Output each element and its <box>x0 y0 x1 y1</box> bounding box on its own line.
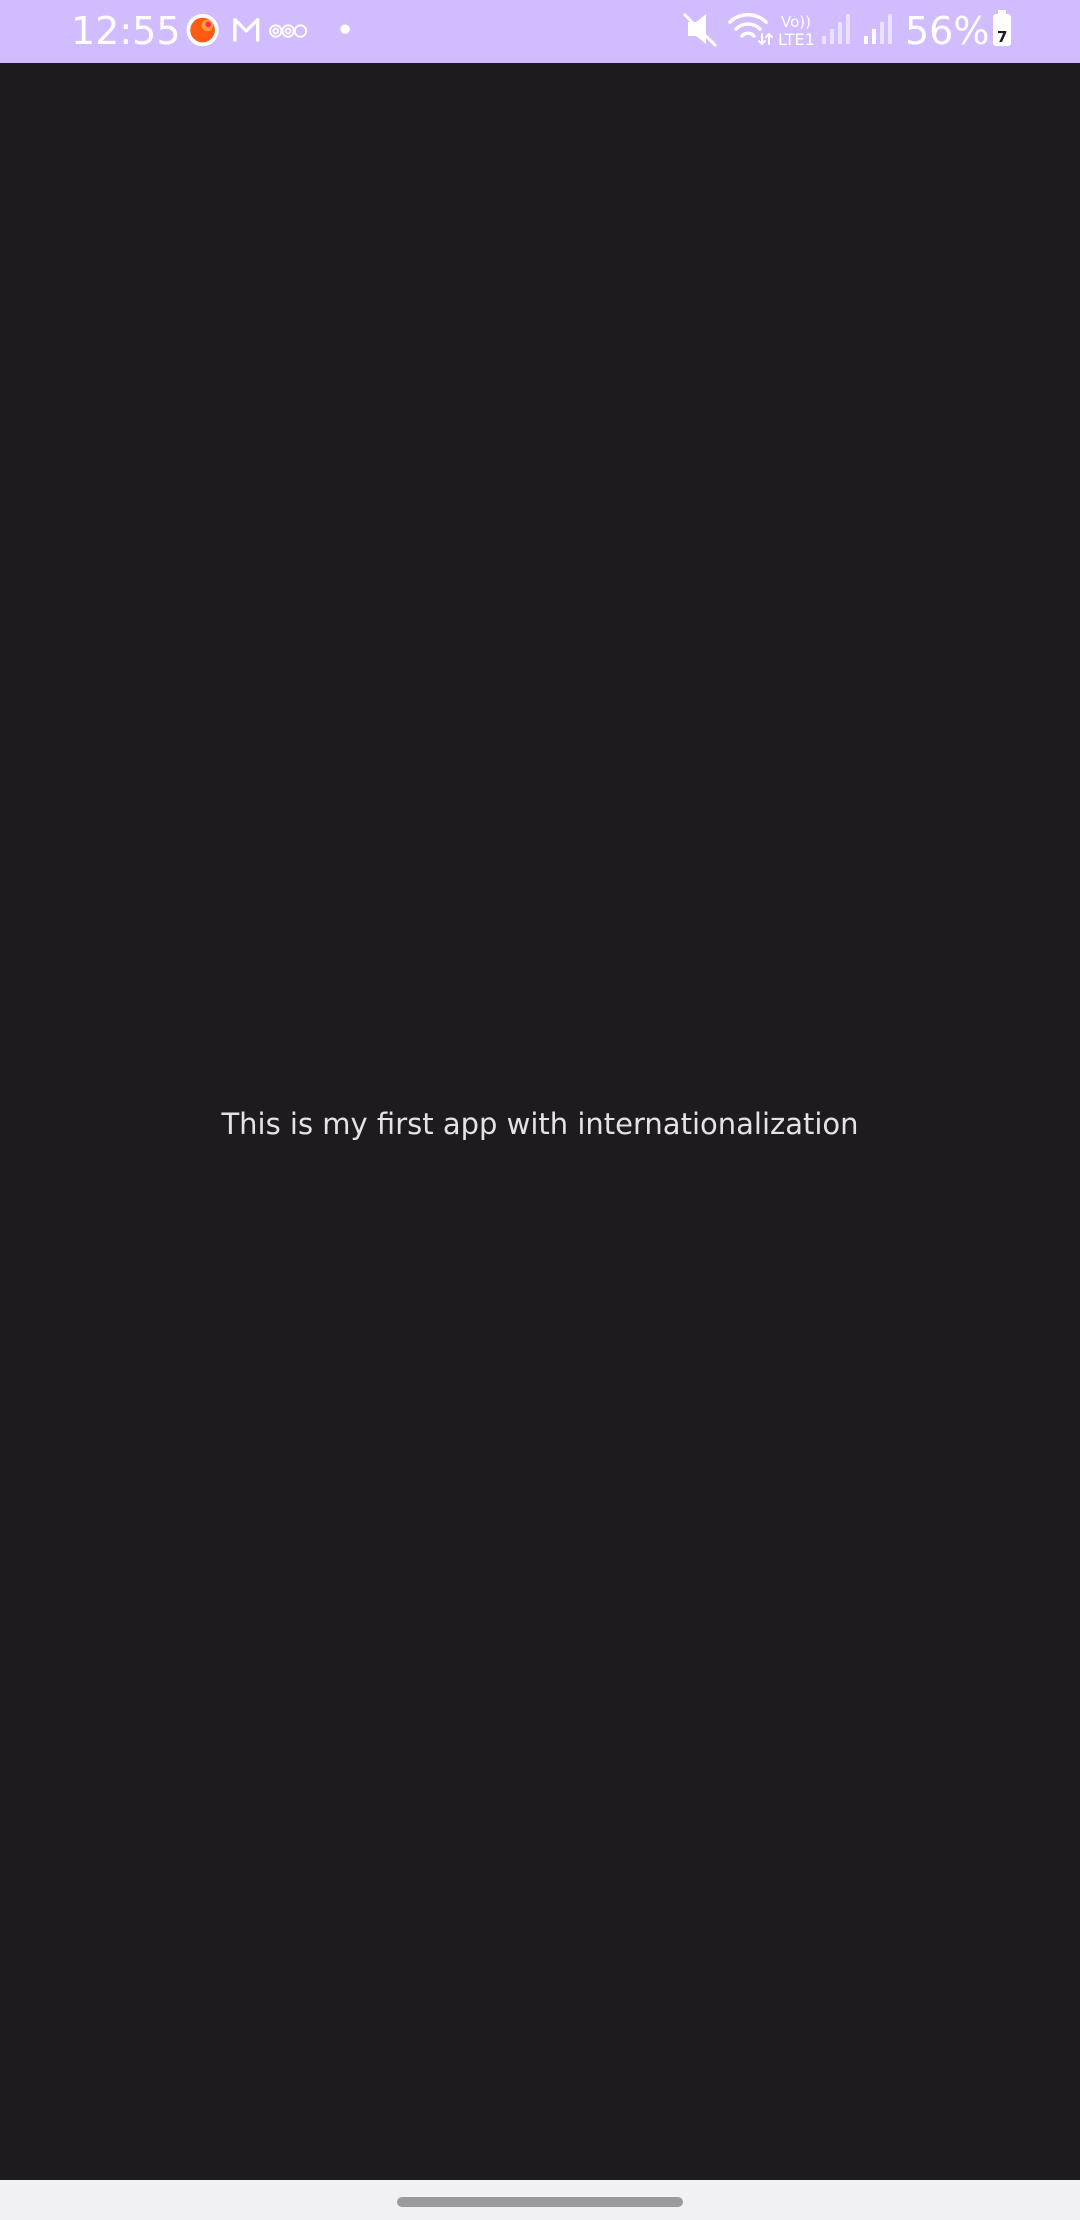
welcome-message: This is my first app with internationali… <box>221 1107 859 1141</box>
status-time: 12:55 <box>71 9 181 53</box>
volte-label: Vo)) <box>781 13 811 31</box>
app-circle-icon <box>186 13 219 47</box>
signal-icon <box>864 14 892 44</box>
battery-percent: 56% <box>905 9 990 53</box>
app-screen: 12:55 Vo)) LTE1 7 56% This is my first a… <box>0 0 1080 2220</box>
volte-lte-icon: Vo)) LTE1 <box>778 13 815 49</box>
at-sign-icon <box>269 24 308 38</box>
main-content: This is my first app with internationali… <box>0 63 1080 2180</box>
dot-icon <box>340 24 350 34</box>
battery-icon: 7 <box>993 10 1011 46</box>
battery-badge: 7 <box>997 28 1007 46</box>
system-icons: Vo)) LTE1 7 <box>682 10 1011 49</box>
wifi-icon <box>728 13 773 46</box>
navigation-bar <box>0 2180 1080 2220</box>
notification-icons <box>186 13 350 47</box>
lte-label: LTE1 <box>778 30 815 49</box>
home-gesture-handle[interactable] <box>397 2197 683 2207</box>
mute-icon <box>682 12 718 48</box>
signal-icon <box>822 14 850 44</box>
status-bar: 12:55 Vo)) LTE1 7 56% <box>0 0 1080 63</box>
gmail-icon <box>233 17 260 42</box>
